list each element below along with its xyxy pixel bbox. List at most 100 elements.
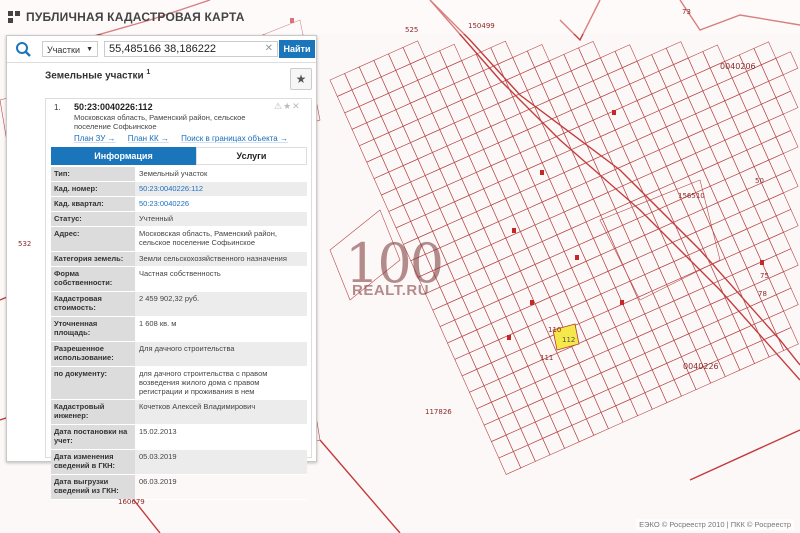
- attribute-table: Тип: Земельный участок Кад. номер: 50:23:00…: [51, 167, 307, 500]
- attribute-value: Частная собственность: [139, 269, 221, 278]
- map-label: 50: [755, 177, 764, 185]
- clear-icon[interactable]: ✕: [265, 42, 273, 56]
- building-marker: [507, 335, 511, 340]
- tab-services[interactable]: Услуги: [196, 147, 307, 165]
- building-marker: [575, 255, 579, 260]
- close-icon[interactable]: ✕: [292, 101, 301, 111]
- map-label: 75: [760, 272, 769, 280]
- watermark-site: REALT.RU: [352, 282, 430, 299]
- tab-information[interactable]: Информация: [51, 147, 196, 165]
- results-title-text: Земельные участки: [45, 70, 144, 82]
- plan-kk-link[interactable]: План КК →: [128, 134, 169, 143]
- top-bar: ПУБЛИЧНАЯ КАДАСТРОВАЯ КАРТА: [0, 0, 800, 34]
- attribute-value: 05.03.2019: [135, 450, 307, 474]
- attribute-value: Кочетков Алексей Владимирович: [135, 400, 307, 424]
- map-label: 111: [540, 354, 554, 362]
- attribute-key: Уточненная площадь:: [51, 317, 135, 341]
- attribute-key: Форма собственности:: [51, 267, 135, 291]
- attribute-key: Кад. квартал:: [51, 197, 135, 211]
- attribute-value: 2 459 902,32 руб.: [135, 292, 307, 316]
- attribute-row: Адрес: Московская область, Раменский райо…: [51, 227, 307, 252]
- card-tabs: Информация Услуги: [51, 147, 307, 165]
- attribute-row: Статус: Учтенный: [51, 212, 307, 227]
- attribute-row: Форма собственности: Частная собственност…: [51, 267, 307, 292]
- app-title-text: ПУБЛИЧНАЯ КАДАСТРОВАЯ КАРТА: [26, 10, 245, 24]
- attribute-key: Кадастровая стоимость:: [51, 292, 135, 316]
- attribute-key: по документу:: [51, 367, 135, 399]
- attribute-row: Кад. квартал: 50:23:0040226: [51, 197, 307, 212]
- attribute-key: Кад. номер:: [51, 182, 135, 196]
- map-logo-icon: [8, 11, 20, 23]
- map-label: 117826: [425, 408, 452, 416]
- chevron-down-icon: ▼: [86, 46, 93, 53]
- attribute-row: Кадастровый инженер: Кочетков Алексей Вла…: [51, 400, 307, 425]
- attribute-key: Дата изменения сведений в ГКН:: [51, 450, 135, 474]
- attribute-value[interactable]: 50:23:0040226: [135, 197, 307, 211]
- map-label: 110: [548, 326, 562, 334]
- attribute-value: 15.02.2013: [139, 427, 177, 436]
- attribute-key: Тип:: [51, 167, 135, 181]
- map-label: 112: [562, 336, 576, 344]
- parcel-number[interactable]: 50:23:0040226:112: [74, 102, 153, 112]
- star-icon: ★: [295, 72, 307, 86]
- attribute-key: Разрешенное использование:: [51, 342, 135, 366]
- attribute-row: Разрешенное использование: Для дачного ст…: [51, 342, 307, 367]
- attribute-key: Категория земель:: [51, 252, 135, 266]
- attribute-row: по документу: для дачного строительства с…: [51, 367, 307, 400]
- map-label: 525: [405, 26, 419, 34]
- attribute-key: Дата выгрузки сведений из ГКН:: [51, 475, 135, 499]
- warning-icon[interactable]: ⚠: [274, 101, 283, 111]
- building-marker: [760, 260, 764, 265]
- attribute-row: Дата изменения сведений в ГКН: 05.03.2019: [51, 450, 307, 475]
- star-icon[interactable]: ★: [283, 101, 292, 111]
- building-marker: [512, 228, 516, 233]
- card-index: 1.: [54, 103, 61, 112]
- map-label: 73: [682, 8, 691, 16]
- card-actions: ⚠★✕: [274, 101, 301, 112]
- search-input-value: 55,485166 38,186222: [109, 43, 217, 55]
- attribute-value: 06.03.2019: [139, 477, 177, 486]
- search-icon[interactable]: [13, 40, 35, 58]
- search-input[interactable]: 55,485166 38,186222 ✕: [104, 41, 278, 57]
- building-marker: [540, 170, 544, 175]
- attribute-row: Кад. номер: 50:23:0040226:112: [51, 182, 307, 197]
- attribute-row: Дата выгрузки сведений из ГКН: 06.03.2019: [51, 475, 307, 500]
- building-marker: [620, 300, 624, 305]
- attribute-value: Для дачного строительства: [135, 342, 307, 366]
- object-type-select[interactable]: Участки ▼: [42, 41, 98, 57]
- attribute-key: Дата постановки на учет:: [51, 425, 135, 449]
- object-type-label: Участки: [47, 45, 80, 55]
- map-label: 160679: [118, 498, 145, 506]
- plan-zu-link[interactable]: План ЗУ →: [74, 134, 116, 143]
- attribute-key: Адрес:: [51, 227, 135, 251]
- attribute-value: Учтенный: [135, 212, 307, 226]
- attribute-key: Статус:: [51, 212, 135, 226]
- map-label: 0040226: [683, 362, 719, 371]
- parcel-address: Московская область, Раменский район, сел…: [74, 113, 246, 131]
- attribute-key: Кадастровый инженер:: [51, 400, 135, 424]
- map-label: 150499: [468, 22, 495, 30]
- map-label: 78: [758, 290, 767, 298]
- search-row: Участки ▼ 55,485166 38,186222 ✕ Найти: [7, 36, 316, 63]
- building-marker: [530, 300, 534, 305]
- map-label: 0040206: [720, 62, 756, 71]
- attribute-value: Земельный участок: [139, 169, 208, 178]
- attribute-row: Дата постановки на учет: 15.02.2013: [51, 425, 307, 450]
- attribute-row: Кадастровая стоимость: 2 459 902,32 руб.: [51, 292, 307, 317]
- attribute-row: Категория земель: Земли сельскохозяйствен…: [51, 252, 307, 267]
- search-in-bounds-link[interactable]: Поиск в границах объекта →: [181, 134, 288, 143]
- building-marker: [612, 110, 616, 115]
- parcel-card: 1. 50:23:0040226:112 Московская область,…: [45, 98, 312, 500]
- attribute-value: 1 608 кв. м: [139, 319, 177, 328]
- attribute-row: Тип: Земельный участок: [51, 167, 307, 182]
- search-panel: Участки ▼ 55,485166 38,186222 ✕ Найти Зе…: [6, 35, 317, 500]
- results-count: 1: [146, 69, 151, 76]
- map-attribution: ЕЭКО © Росреестр 2010 | ПКК © Росреестр: [636, 519, 794, 530]
- attribute-row: Уточненная площадь: 1 608 кв. м: [51, 317, 307, 342]
- favorite-button[interactable]: ★: [290, 68, 312, 90]
- map-label: 156510: [678, 192, 705, 200]
- app-title: ПУБЛИЧНАЯ КАДАСТРОВАЯ КАРТА: [8, 10, 245, 24]
- attribute-value[interactable]: 50:23:0040226:112: [135, 182, 307, 196]
- find-button[interactable]: Найти: [279, 40, 315, 58]
- map-label: 532: [18, 240, 32, 248]
